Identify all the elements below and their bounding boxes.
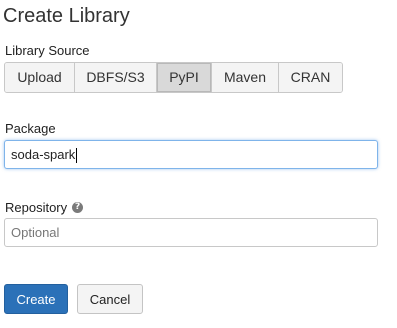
create-button[interactable]: Create xyxy=(4,284,68,314)
repository-input-placeholder: Optional xyxy=(11,225,60,240)
repository-input[interactable]: Optional xyxy=(4,218,378,247)
text-caret xyxy=(76,148,78,164)
source-option-upload[interactable]: Upload xyxy=(5,63,75,92)
question-circle-icon[interactable]: ? xyxy=(72,202,84,213)
library-source-label: Library Source xyxy=(5,43,90,58)
source-option-pypi[interactable]: PyPI xyxy=(157,63,212,92)
package-input-value: soda-spark xyxy=(11,147,76,162)
package-label: Package xyxy=(5,121,56,136)
library-source-selector: Upload DBFS/S3 PyPI Maven CRAN xyxy=(4,62,343,93)
repository-label: Repository xyxy=(5,200,68,215)
repository-label-row: Repository ? xyxy=(5,200,84,215)
package-input[interactable]: soda-spark xyxy=(4,140,378,169)
source-option-maven[interactable]: Maven xyxy=(212,63,279,92)
source-option-dbfs-s3[interactable]: DBFS/S3 xyxy=(75,63,157,92)
dialog-title: Create Library xyxy=(3,5,130,27)
source-option-cran[interactable]: CRAN xyxy=(279,63,342,92)
cancel-button[interactable]: Cancel xyxy=(77,284,143,314)
